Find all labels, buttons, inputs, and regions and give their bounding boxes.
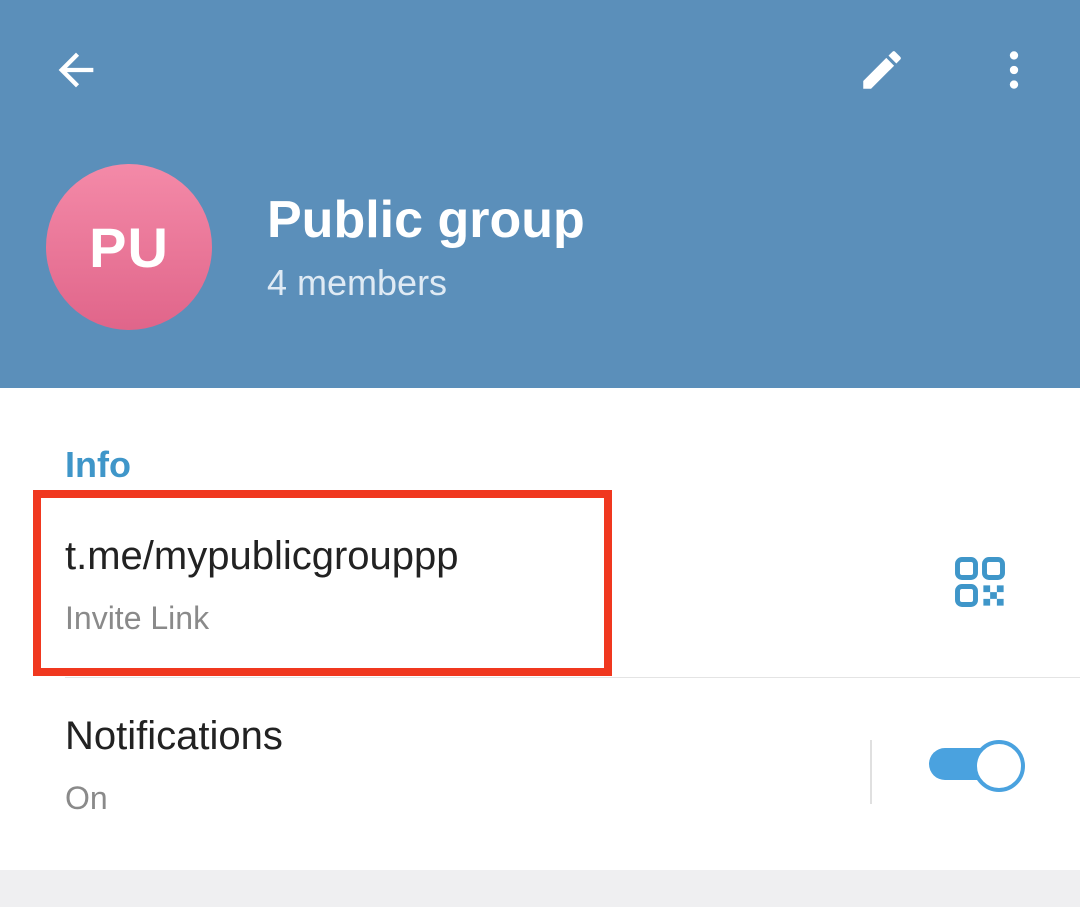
avatar-initials: PU — [89, 215, 169, 279]
invite-link-caption: Invite Link — [65, 600, 210, 636]
notifications-title: Notifications — [65, 714, 283, 758]
edit-button[interactable] — [842, 30, 922, 110]
qr-code-button[interactable] — [940, 542, 1020, 622]
invite-link-row[interactable]: t.me/mypublicgrouppp Invite Link — [0, 496, 1080, 678]
info-card: Info t.me/mypublicgrouppp Invite Link No… — [0, 388, 1080, 870]
vertical-dots-icon — [1009, 51, 1019, 89]
bottom-background — [0, 870, 1080, 907]
toggle-knob — [973, 740, 1025, 792]
pencil-icon — [863, 51, 901, 89]
notifications-row[interactable]: Notifications On — [0, 678, 1080, 870]
member-count: 4 members — [267, 262, 448, 303]
invite-link-value: t.me/mypublicgrouppp — [65, 534, 459, 578]
arrow-left-icon — [58, 52, 94, 88]
group-title: Public group — [267, 191, 585, 249]
info-section-title: Info — [65, 444, 131, 485]
profile-header: PU Public group 4 members — [0, 0, 1080, 388]
group-avatar[interactable]: PU — [46, 164, 212, 330]
back-button[interactable] — [36, 30, 116, 110]
notifications-status: On — [65, 780, 108, 816]
qr-code-icon — [955, 557, 1005, 607]
notifications-toggle[interactable] — [927, 738, 1025, 792]
more-options-button[interactable] — [974, 30, 1054, 110]
toggle-separator — [870, 740, 872, 804]
